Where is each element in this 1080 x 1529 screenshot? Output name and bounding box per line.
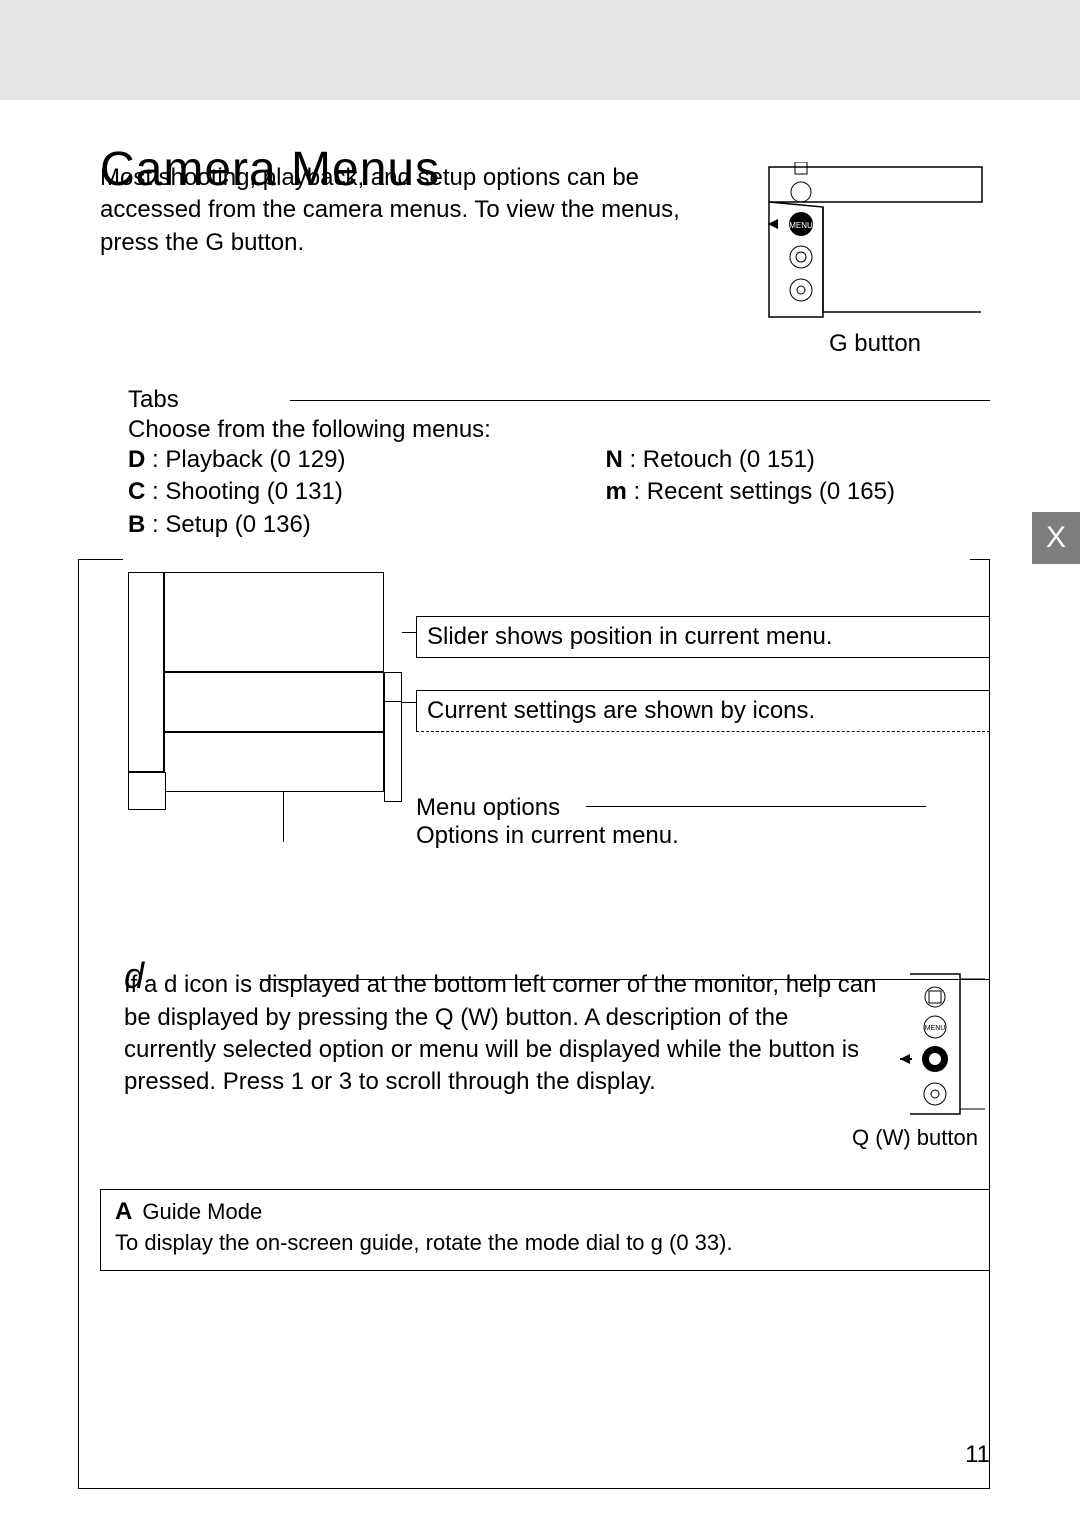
tabs-col-left: D : Playback (0 129) C : Shooting (0 131…	[128, 444, 345, 541]
tabs-lead: Choose from the following menus:	[128, 416, 990, 444]
help-rule	[260, 979, 990, 980]
svg-text:MENU: MENU	[925, 1025, 946, 1032]
menu-sym: B	[128, 511, 145, 538]
page-content: Camera Menus Most shooting, playback, an…	[0, 162, 1080, 1271]
menu-text: : Retouch (0 151)	[629, 446, 814, 473]
page-title: Camera Menus	[100, 102, 440, 197]
guide-mode-box: A Guide Mode To display the on-screen gui…	[100, 1189, 990, 1271]
camera-illustration: MENU	[768, 162, 983, 322]
help-section: d If a d icon is displayed at the bottom…	[100, 969, 990, 1153]
tabs-rule	[290, 400, 990, 401]
menu-sym: C	[128, 478, 145, 505]
menu-options: Menu options Options in current menu.	[416, 794, 679, 850]
help-text: If a d icon is displayed at the bottom l…	[124, 969, 882, 1153]
diagram-left	[128, 572, 398, 872]
help-illustration: MENU Q (W) button	[900, 969, 990, 1153]
menu-text: : Setup (0 136)	[152, 511, 311, 538]
side-tab: X	[1032, 512, 1080, 564]
menu-sym: N	[605, 446, 622, 473]
menu-sym: D	[128, 446, 145, 473]
help-illustration-label: Q (W) button	[852, 1123, 978, 1153]
menu-text: : Playback (0 129)	[152, 446, 345, 473]
page-number: 11	[965, 1441, 990, 1469]
menu-options-text: Options in current menu.	[416, 822, 679, 850]
tabs-section: Tabs Choose from the following menus: D …	[100, 386, 990, 951]
menu-options-heading: Menu options	[416, 794, 679, 822]
guide-sym: A	[115, 1198, 132, 1225]
menu-sym: m	[605, 478, 626, 505]
guide-title: Guide Mode	[142, 1199, 262, 1224]
tabs-col-right: N : Retouch (0 151) m : Recent settings …	[605, 444, 894, 541]
help-icon: d	[124, 955, 144, 997]
menu-diagram: Slider shows position in current menu. C…	[100, 571, 990, 951]
callout-icons: Current settings are shown by icons.	[416, 690, 990, 732]
guide-title-row: A Guide Mode	[115, 1198, 975, 1226]
guide-text: To display the on-screen guide, rotate t…	[115, 1230, 975, 1256]
callout-slider: Slider shows position in current menu.	[416, 616, 990, 658]
camera-illustration-label: G button	[829, 330, 921, 358]
camera-illustration-wrap: MENU G button	[760, 162, 990, 358]
menu-text: : Recent settings (0 165)	[633, 478, 894, 505]
header-bar	[0, 0, 1080, 100]
svg-text:MENU: MENU	[789, 221, 813, 230]
menu-text: : Shooting (0 131)	[152, 478, 343, 505]
